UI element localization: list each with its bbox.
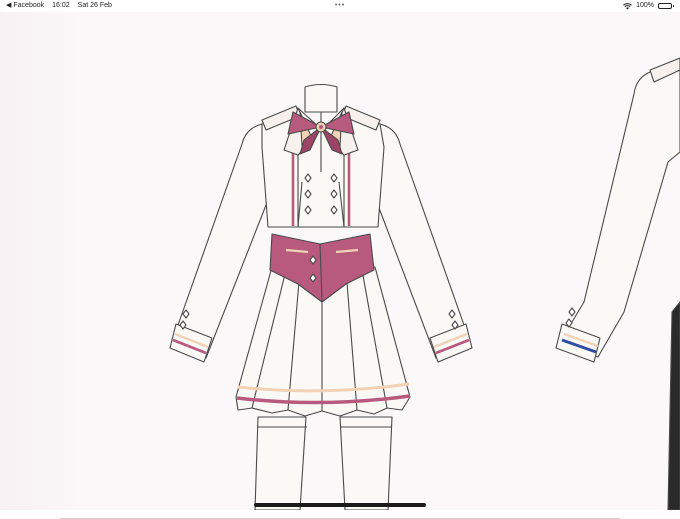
main-outfit <box>169 83 473 510</box>
photo-viewer[interactable]: .o { stroke: #4a4a4a; stroke-width: 1.1;… <box>0 12 680 519</box>
uniform-design-image: .o { stroke: #4a4a4a; stroke-width: 1.1;… <box>169 57 680 510</box>
back-to-app-button[interactable]: ◀ Facebook <box>6 0 44 12</box>
wifi-icon <box>623 2 633 9</box>
status-left: ◀ Facebook 16:02 Sat 26 Feb <box>6 0 112 12</box>
status-bar: ◀ Facebook 16:02 Sat 26 Feb ••• 100% <box>0 0 680 12</box>
multitasking-dots[interactable]: ••• <box>334 0 346 12</box>
back-app-label: Facebook <box>13 2 45 9</box>
right-stocking <box>339 416 393 510</box>
clock: 16:02 <box>52 2 70 9</box>
home-indicator[interactable] <box>254 503 426 507</box>
left-sleeve <box>169 123 269 363</box>
battery-icon <box>658 3 674 9</box>
second-outfit-partial <box>555 57 680 510</box>
left-stocking <box>254 416 307 510</box>
back-triangle-icon: ◀ <box>6 2 12 9</box>
date: Sat 26 Feb <box>77 2 112 9</box>
status-right: 100% <box>623 0 674 12</box>
battery-percent: 100% <box>636 2 654 9</box>
